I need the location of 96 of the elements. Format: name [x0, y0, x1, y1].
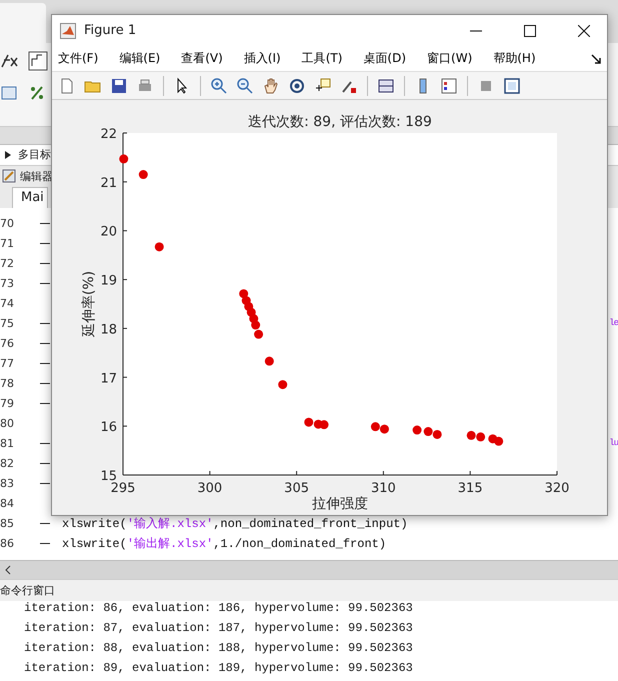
x-tick-label: 305 [284, 481, 310, 496]
dock-arrow-icon[interactable] [591, 54, 601, 64]
editor-title: 编辑器 [20, 168, 53, 184]
breakpoint-dash[interactable] [40, 343, 50, 344]
y-tick-label: 20 [100, 224, 117, 240]
line-number: 85 [0, 517, 14, 530]
line-number: 70 [0, 217, 14, 230]
line-number: 74 [0, 297, 14, 310]
data-point [494, 436, 504, 446]
breakpoint-dash[interactable] [40, 463, 50, 464]
output-line: iteration: 87, evaluation: 187, hypervolume: 99.502363 [24, 621, 414, 637]
y-tick-label: 18 [100, 322, 117, 338]
line-number: 81 [0, 437, 14, 450]
data-point [251, 320, 260, 330]
y-tick-label: 15 [100, 469, 117, 484]
x-tick-label: 315 [458, 481, 483, 496]
expand-arrow-icon[interactable] [4, 150, 12, 160]
breakpoint-dash[interactable] [40, 523, 50, 524]
y-tick-label: 17 [100, 371, 117, 386]
maximize-icon [524, 24, 536, 36]
data-point [476, 432, 486, 442]
line-number: 73 [0, 277, 14, 290]
data-point [320, 420, 329, 430]
line-number: 76 [0, 337, 14, 350]
output-line: iteration: 89, evaluation: 189, hypervolume: 99.502363 [24, 661, 414, 677]
code-line: xlswrite('输入解.xlsx',non_dominated_front_input) [62, 516, 408, 532]
line-number: 80 [0, 417, 14, 430]
breakpoint-dash[interactable] [40, 363, 50, 364]
breakpoint-dash[interactable] [40, 323, 50, 324]
code-fragment: lu [609, 438, 618, 448]
menu-item[interactable]: 文件(F) [58, 50, 106, 67]
data-point [154, 242, 164, 252]
chart-title: 迭代次数: 89, 评估次数: 189 [248, 114, 432, 130]
horizontal-scrollbar[interactable] [0, 560, 618, 580]
file-tab[interactable]: Mai [12, 186, 48, 208]
data-point [304, 418, 314, 427]
y-tick-label: 19 [100, 274, 117, 289]
line-number: 84 [0, 497, 14, 510]
line-number: 77 [0, 357, 14, 370]
data-point [264, 356, 274, 366]
breakpoint-dash[interactable] [40, 543, 50, 544]
breakpoint-dash[interactable] [40, 243, 50, 244]
output-line: iteration: 86, evaluation: 186, hypervolume: 99.502363 [24, 601, 414, 617]
matlab-logo-icon [60, 22, 76, 38]
data-point [119, 154, 128, 164]
code-line: xlswrite('输出解.xlsx',1./non_dominated_front) [62, 536, 386, 552]
breakpoint-dash[interactable] [40, 383, 50, 384]
breakpoint-dash[interactable] [40, 283, 50, 284]
line-number: 71 [0, 237, 14, 250]
line-number: 75 [0, 317, 14, 330]
scroll-left-icon[interactable] [4, 565, 12, 576]
y-tick-label: 22 [100, 127, 117, 142]
data-point [412, 426, 422, 435]
output-line: iteration: 88, evaluation: 188, hypervolume: 99.502363 [24, 641, 414, 657]
x-axis-label: 拉伸强度 [312, 496, 368, 510]
breakpoint-dash[interactable] [40, 223, 50, 224]
data-point [278, 380, 288, 390]
menu-item[interactable]: 桌面(D) [363, 50, 414, 67]
data-point [138, 170, 148, 180]
x-tick-label: 295 [110, 481, 136, 496]
data-point [432, 430, 442, 439]
x-tick-label: 320 [544, 481, 570, 496]
breakpoint-dash[interactable] [40, 443, 50, 444]
data-point [254, 330, 264, 339]
line-number: 82 [0, 457, 14, 470]
menu-item[interactable]: 工具(T) [302, 50, 350, 67]
x-tick-label: 310 [370, 481, 396, 496]
pencil-icon [2, 169, 16, 184]
data-point [466, 430, 476, 440]
folder-path: 多目标 [18, 147, 51, 162]
breakpoint-dash[interactable] [40, 483, 50, 484]
data-point [424, 427, 433, 436]
line-number: 78 [0, 377, 14, 390]
y-axis-label: 延伸率(%) [81, 270, 97, 338]
breakpoint-dash[interactable] [40, 263, 50, 264]
data-point [239, 289, 248, 298]
fixed-point-icon[interactable] [28, 51, 48, 71]
line-number: 86 [0, 537, 14, 550]
code-fragment: le [609, 318, 618, 328]
data-point [370, 422, 380, 432]
data-point [380, 424, 389, 434]
window-title: Figure 1 [84, 23, 138, 38]
close-icon [578, 24, 590, 36]
menu-item[interactable]: 编辑(E) [119, 50, 168, 67]
menu-item[interactable]: 帮助(H) [493, 50, 544, 67]
line-number: 83 [0, 477, 14, 490]
line-number: 79 [0, 397, 14, 410]
line-number: 72 [0, 257, 14, 270]
menu-item[interactable]: 窗口(W) [427, 50, 480, 67]
menu-item[interactable]: 查看(V) [181, 50, 231, 67]
x-tick-label: 300 [197, 481, 222, 496]
menu-item[interactable]: 插入(I) [244, 50, 289, 67]
command-window-title: 命令行窗口 [0, 583, 55, 598]
y-tick-label: 21 [100, 176, 117, 191]
y-tick-label: 16 [100, 420, 117, 436]
breakpoint-dash[interactable] [40, 403, 50, 404]
